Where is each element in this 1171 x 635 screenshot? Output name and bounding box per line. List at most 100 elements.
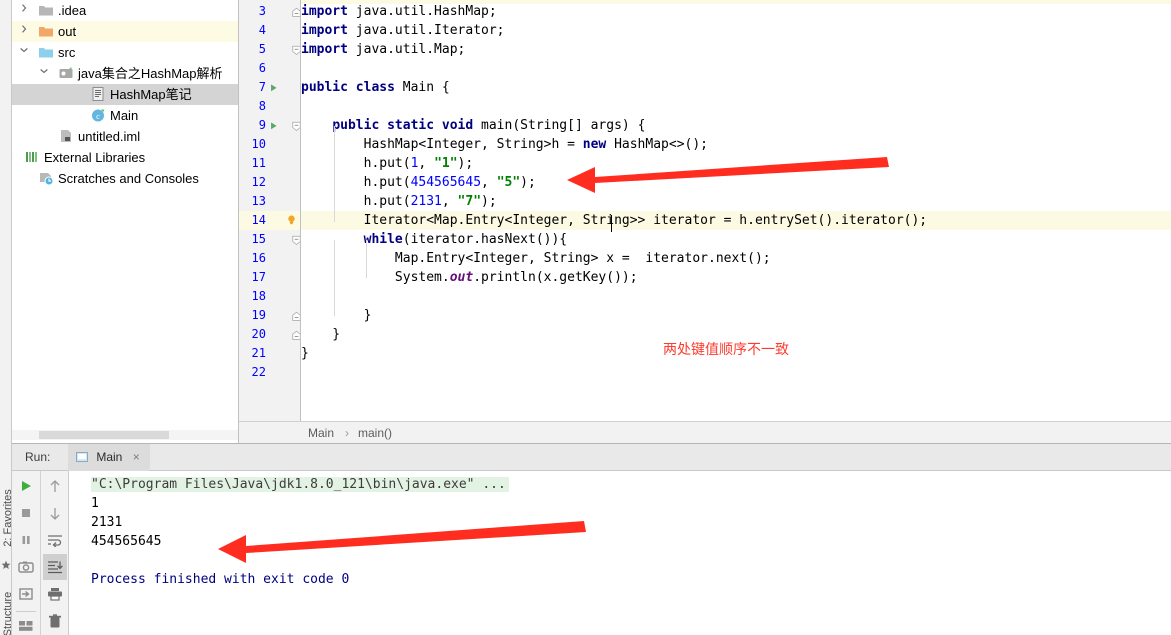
- project-tree-panel[interactable]: .idea out src java集合之HashMap解析 HashMap笔记 c Mai…: [12, 0, 239, 443]
- code-line[interactable]: h.put(2131, "7");: [301, 192, 1171, 211]
- line-number: 18: [251, 289, 266, 303]
- gutter-line[interactable]: 13: [239, 192, 301, 211]
- tree-item-label: java集合之HashMap解析: [78, 66, 223, 81]
- tree-item[interactable]: HashMap笔记: [12, 84, 238, 105]
- pause-icon[interactable]: [14, 527, 38, 553]
- breadcrumb-method[interactable]: main(): [358, 422, 392, 444]
- chevron-right-icon[interactable]: [18, 21, 30, 42]
- gutter-line[interactable]: 17: [239, 268, 301, 287]
- trash-icon[interactable]: [43, 608, 67, 634]
- gutter-line[interactable]: 12: [239, 173, 301, 192]
- gutter-line[interactable]: 4: [239, 21, 301, 40]
- code-line[interactable]: import java.util.Map;: [301, 40, 1171, 59]
- code-token: import: [301, 23, 348, 38]
- tree-item[interactable]: c Main: [12, 105, 238, 126]
- close-icon[interactable]: ×: [133, 450, 140, 464]
- gutter-line[interactable]: 3: [239, 2, 301, 21]
- breadcrumb[interactable]: Main › main(): [239, 421, 1171, 443]
- code-token: }: [301, 346, 309, 361]
- export-icon[interactable]: [14, 581, 38, 607]
- line-number: 9: [258, 118, 266, 132]
- print-icon[interactable]: [43, 581, 67, 607]
- code-token: ,: [441, 194, 458, 209]
- run-tab-main[interactable]: Main ×: [68, 444, 150, 471]
- tree-item-label: out: [58, 24, 77, 39]
- line-number: 4: [258, 23, 266, 37]
- gutter-line[interactable]: 15: [239, 230, 301, 249]
- code-line[interactable]: public static void main(String[] args) {: [301, 116, 1171, 135]
- gutter-line[interactable]: 10: [239, 135, 301, 154]
- code-token: java.util.Iterator;: [347, 23, 505, 38]
- code-line[interactable]: [301, 363, 1171, 382]
- tree-item[interactable]: src: [12, 42, 238, 63]
- tree-item[interactable]: java集合之HashMap解析: [12, 63, 238, 84]
- gutter-line[interactable]: 11: [239, 154, 301, 173]
- tree-item[interactable]: Scratches and Consoles: [12, 168, 238, 189]
- code-line[interactable]: [301, 59, 1171, 78]
- tree-item[interactable]: External Libraries: [12, 147, 238, 168]
- gutter-line[interactable]: 22: [239, 363, 301, 382]
- run-toolbar-col-left: [12, 471, 40, 635]
- code-line[interactable]: Iterator<Map.Entry<Integer, String>> ite…: [301, 211, 1171, 230]
- line-number: 8: [258, 99, 266, 113]
- gutter-line[interactable]: 7: [239, 78, 301, 97]
- java-class-icon: c: [90, 105, 106, 126]
- gutter-line[interactable]: 20: [239, 325, 301, 344]
- tree-item[interactable]: out: [12, 21, 238, 42]
- run-tab-bar: Run: Main ×: [12, 444, 1171, 471]
- gutter-line[interactable]: 14: [239, 211, 301, 230]
- gutter-line[interactable]: 18: [239, 287, 301, 306]
- breadcrumb-class[interactable]: Main: [308, 422, 334, 444]
- tree-item-label: HashMap笔记: [110, 87, 192, 102]
- chevron-down-icon[interactable]: [38, 63, 50, 84]
- gutter-line[interactable]: 19: [239, 306, 301, 325]
- layout-icon[interactable]: [14, 613, 38, 635]
- soft-wrap-icon[interactable]: [43, 527, 67, 553]
- gutter-line[interactable]: 5: [239, 40, 301, 59]
- chevron-down-icon[interactable]: [18, 42, 30, 63]
- arrow-up-icon[interactable]: [43, 473, 67, 499]
- code-line[interactable]: Map.Entry<Integer, String> x = iterator.…: [301, 249, 1171, 268]
- code-token: }: [301, 327, 341, 342]
- gutter-line[interactable]: 16: [239, 249, 301, 268]
- editor-gutter[interactable]: 3 4 5 6 7 8 9 10 11 12 13 14 15 16 17 18 19 20 21 22: [239, 0, 301, 421]
- code-line[interactable]: h.put(454565645, "5");: [301, 173, 1171, 192]
- chevron-right-icon[interactable]: [18, 0, 30, 21]
- console-output[interactable]: "C:\Program Files\Java\jdk1.8.0_121\bin\…: [69, 471, 1171, 635]
- camera-icon[interactable]: [14, 554, 38, 580]
- code-token: .println(x.getKey());: [473, 270, 638, 285]
- code-token: Map.Entry<Integer, String> x = iterator.…: [301, 251, 771, 266]
- code-line[interactable]: HashMap<Integer, String>h = new HashMap<…: [301, 135, 1171, 154]
- code-text-area[interactable]: import java.util.HashMap; import java.uti…: [301, 0, 1171, 421]
- code-token: System.: [301, 270, 450, 285]
- project-hscrollbar-thumb[interactable]: [39, 431, 169, 439]
- code-line[interactable]: System.out.println(x.getKey());: [301, 268, 1171, 287]
- gutter-line[interactable]: 9: [239, 116, 301, 135]
- gutter-line[interactable]: 21: [239, 344, 301, 363]
- rerun-play-icon[interactable]: [14, 473, 38, 499]
- code-line[interactable]: [301, 97, 1171, 116]
- console-line: Process finished with exit code 0: [91, 572, 350, 587]
- code-line[interactable]: import java.util.Iterator;: [301, 21, 1171, 40]
- gutter-line[interactable]: 6: [239, 59, 301, 78]
- chevron-right-icon[interactable]: [12, 147, 16, 168]
- scroll-to-end-icon[interactable]: [43, 554, 67, 580]
- code-editor[interactable]: 3 4 5 6 7 8 9 10 11 12 13 14 15 16 17 18 19 20 21 22 import…: [239, 0, 1171, 421]
- code-line[interactable]: }: [301, 306, 1171, 325]
- code-line[interactable]: h.put(1, "1");: [301, 154, 1171, 173]
- stop-icon[interactable]: [14, 500, 38, 526]
- run-toolbar[interactable]: [12, 471, 69, 635]
- editor-chinese-annotation: 两处键值顺序不一致: [663, 342, 789, 358]
- arrow-down-icon[interactable]: [43, 500, 67, 526]
- tree-item[interactable]: .idea: [12, 0, 238, 21]
- code-line[interactable]: while(iterator.hasNext()){: [301, 230, 1171, 249]
- code-token: }: [301, 308, 372, 323]
- code-line[interactable]: import java.util.HashMap;: [301, 2, 1171, 21]
- tree-item[interactable]: untitled.iml: [12, 126, 238, 147]
- gutter-line[interactable]: 8: [239, 97, 301, 116]
- project-hscrollbar-track[interactable]: [12, 430, 238, 440]
- code-line[interactable]: public class Main {: [301, 78, 1171, 97]
- code-line[interactable]: [301, 287, 1171, 306]
- console-line: 454565645: [91, 534, 162, 549]
